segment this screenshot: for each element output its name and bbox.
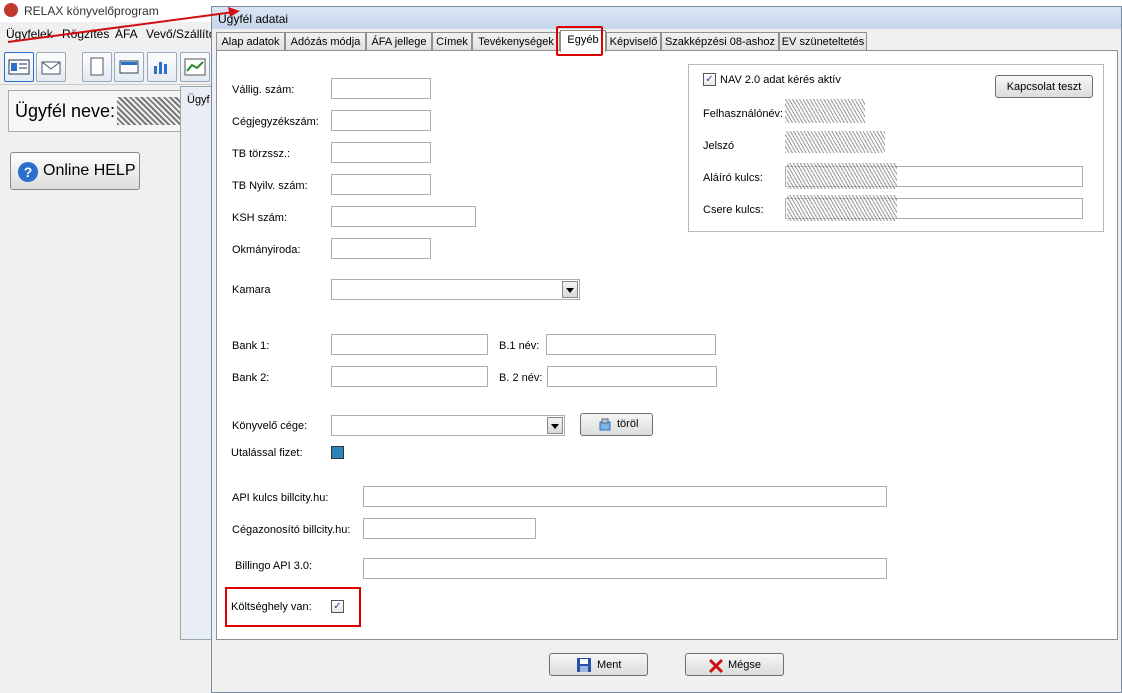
cancel-button[interactable]: Mégse	[685, 653, 784, 676]
app-toolbar	[0, 48, 220, 85]
close-icon	[708, 658, 724, 674]
online-help-label: Online HELP	[43, 162, 136, 179]
app-title: RELAX könyvelőprogram	[24, 4, 159, 18]
nav-settings-group: ✓ NAV 2.0 adat kérés aktív Kapcsolat tes…	[688, 64, 1104, 232]
tab-szakkepzesi[interactable]: Szakképzési 08-ashoz	[661, 32, 779, 50]
chevron-down-icon	[562, 281, 578, 298]
chevron-down-icon	[547, 417, 563, 434]
tab-kepviselo[interactable]: Képviselő	[606, 32, 661, 50]
vallig-szam-field[interactable]	[331, 78, 431, 99]
menu-afa[interactable]: ÁFA	[115, 27, 138, 41]
help-icon: ?	[18, 162, 38, 182]
tab-ev-szuneteltetes[interactable]: EV szüneteltetés	[779, 32, 867, 50]
app-logo-icon	[4, 3, 18, 17]
line-chart-button[interactable]	[180, 52, 210, 82]
utalassal-fizet-checkbox[interactable]	[331, 446, 344, 459]
online-help-button[interactable]: ? Online HELP	[10, 152, 140, 190]
mail-button[interactable]	[36, 52, 66, 82]
ksh-szam-field[interactable]	[331, 206, 476, 227]
client-card-button[interactable]	[4, 52, 34, 82]
tb-torzssz-label: TB törzssz.:	[232, 148, 291, 160]
id-card-icon	[8, 59, 30, 75]
bar-chart-icon	[154, 62, 167, 74]
envelope-icon	[41, 61, 61, 75]
dialog-titlebar: Ügyfél adatai	[212, 7, 1121, 29]
exchange-key-label: Csere kulcs:	[703, 204, 764, 216]
bank2-field[interactable]	[331, 366, 488, 387]
active-tab-highlight	[556, 26, 603, 56]
signing-key-redacted	[787, 163, 897, 189]
tb-nyilv-szam-field[interactable]	[331, 174, 431, 195]
egyeb-panel: Vállig. szám: Cégjegyzékszám: TB törzssz…	[216, 50, 1118, 640]
dialog-title: Ügyfél adatai	[218, 12, 289, 26]
save-button[interactable]: Ment	[549, 653, 648, 676]
cegjegyzekszam-field[interactable]	[331, 110, 431, 131]
save-label: Ment	[597, 659, 622, 671]
b1-nev-label: B.1 név:	[499, 340, 540, 352]
api-kulcs-label: API kulcs billcity.hu:	[232, 492, 329, 504]
billingo-label: Billingo API 3.0:	[235, 560, 313, 572]
eraser-icon	[599, 418, 611, 431]
cegjegyzekszam-label: Cégjegyzékszám:	[232, 116, 319, 128]
torol-label: töröl	[617, 418, 639, 430]
username-label: Felhasználónév:	[703, 108, 784, 120]
app-menubar: Ügyfelek Rögzítés ÁFA Vevő/Szállító	[0, 24, 220, 44]
nav-active-label: NAV 2.0 adat kérés aktív	[720, 74, 841, 86]
client-name-label: Ügyfél neve:	[15, 101, 116, 121]
konyvelo-cege-select[interactable]	[331, 415, 565, 436]
document-button[interactable]	[82, 52, 112, 82]
koltseghely-highlight	[225, 587, 361, 627]
ksh-szam-label: KSH szám:	[232, 212, 288, 224]
torol-button[interactable]: töröl	[580, 413, 653, 436]
okmanyiroda-label: Okmányiroda:	[232, 244, 301, 256]
tab-tevekenysegek[interactable]: Tevékenységek	[472, 32, 560, 50]
menu-rogzites[interactable]: Rögzítés	[62, 27, 109, 41]
tab-afa-jellege[interactable]: ÁFA jellege	[366, 32, 432, 50]
nav-active-checkbox[interactable]: ✓	[703, 73, 716, 86]
cegazonosito-field[interactable]	[363, 518, 536, 539]
kamara-label: Kamara	[232, 284, 271, 296]
password-label: Jelszó	[703, 140, 735, 152]
table-button[interactable]	[114, 52, 144, 82]
username-redacted	[785, 99, 865, 123]
floppy-disk-icon	[577, 658, 591, 672]
cancel-label: Mégse	[728, 659, 762, 671]
line-chart-icon	[184, 58, 206, 76]
client-name-box: Ügyfél neve:	[8, 90, 208, 132]
b1-nev-field[interactable]	[546, 334, 716, 355]
background-window-title: Ügyf	[187, 94, 210, 106]
tab-adozas-modja[interactable]: Adózás módja	[285, 32, 366, 50]
billingo-field[interactable]	[363, 558, 887, 579]
kapcsolat-teszt-button[interactable]: Kapcsolat teszt	[995, 75, 1093, 98]
menu-ugyfelek[interactable]: Ügyfelek	[6, 27, 53, 41]
okmanyiroda-field[interactable]	[331, 238, 431, 259]
client-data-dialog: Ügyfél adatai Alap adatok Adózás módja Á…	[211, 6, 1122, 693]
password-redacted	[785, 131, 885, 153]
bar-chart-button[interactable]	[147, 52, 177, 82]
kapcsolat-teszt-label: Kapcsolat teszt	[1006, 81, 1082, 93]
tab-cimek[interactable]: Címek	[432, 32, 472, 50]
utalassal-fizet-label: Utalással fizet:	[231, 447, 303, 459]
tab-alap-adatok[interactable]: Alap adatok	[216, 32, 285, 50]
bank2-label: Bank 2:	[232, 372, 270, 384]
tb-torzssz-field[interactable]	[331, 142, 431, 163]
api-kulcs-field[interactable]	[363, 486, 887, 507]
kamara-select[interactable]	[331, 279, 580, 300]
table-icon	[119, 60, 139, 74]
signing-key-label: Aláíró kulcs:	[703, 172, 763, 184]
bank1-field[interactable]	[331, 334, 488, 355]
b2-nev-label: B. 2 név:	[499, 372, 543, 384]
document-icon	[90, 57, 104, 76]
b2-nev-field[interactable]	[547, 366, 717, 387]
vallig-szam-label: Vállig. szám:	[232, 84, 295, 96]
konyvelo-cege-label: Könyvelő cége:	[232, 420, 308, 432]
cegazonosito-label: Cégazonosító billcity.hu:	[232, 524, 351, 536]
bank1-label: Bank 1:	[232, 340, 270, 352]
menu-vevo-szallito[interactable]: Vevő/Szállító	[146, 27, 215, 41]
exchange-key-redacted	[787, 195, 897, 221]
tb-nyilv-szam-label: TB Nyilv. szám:	[232, 180, 308, 192]
